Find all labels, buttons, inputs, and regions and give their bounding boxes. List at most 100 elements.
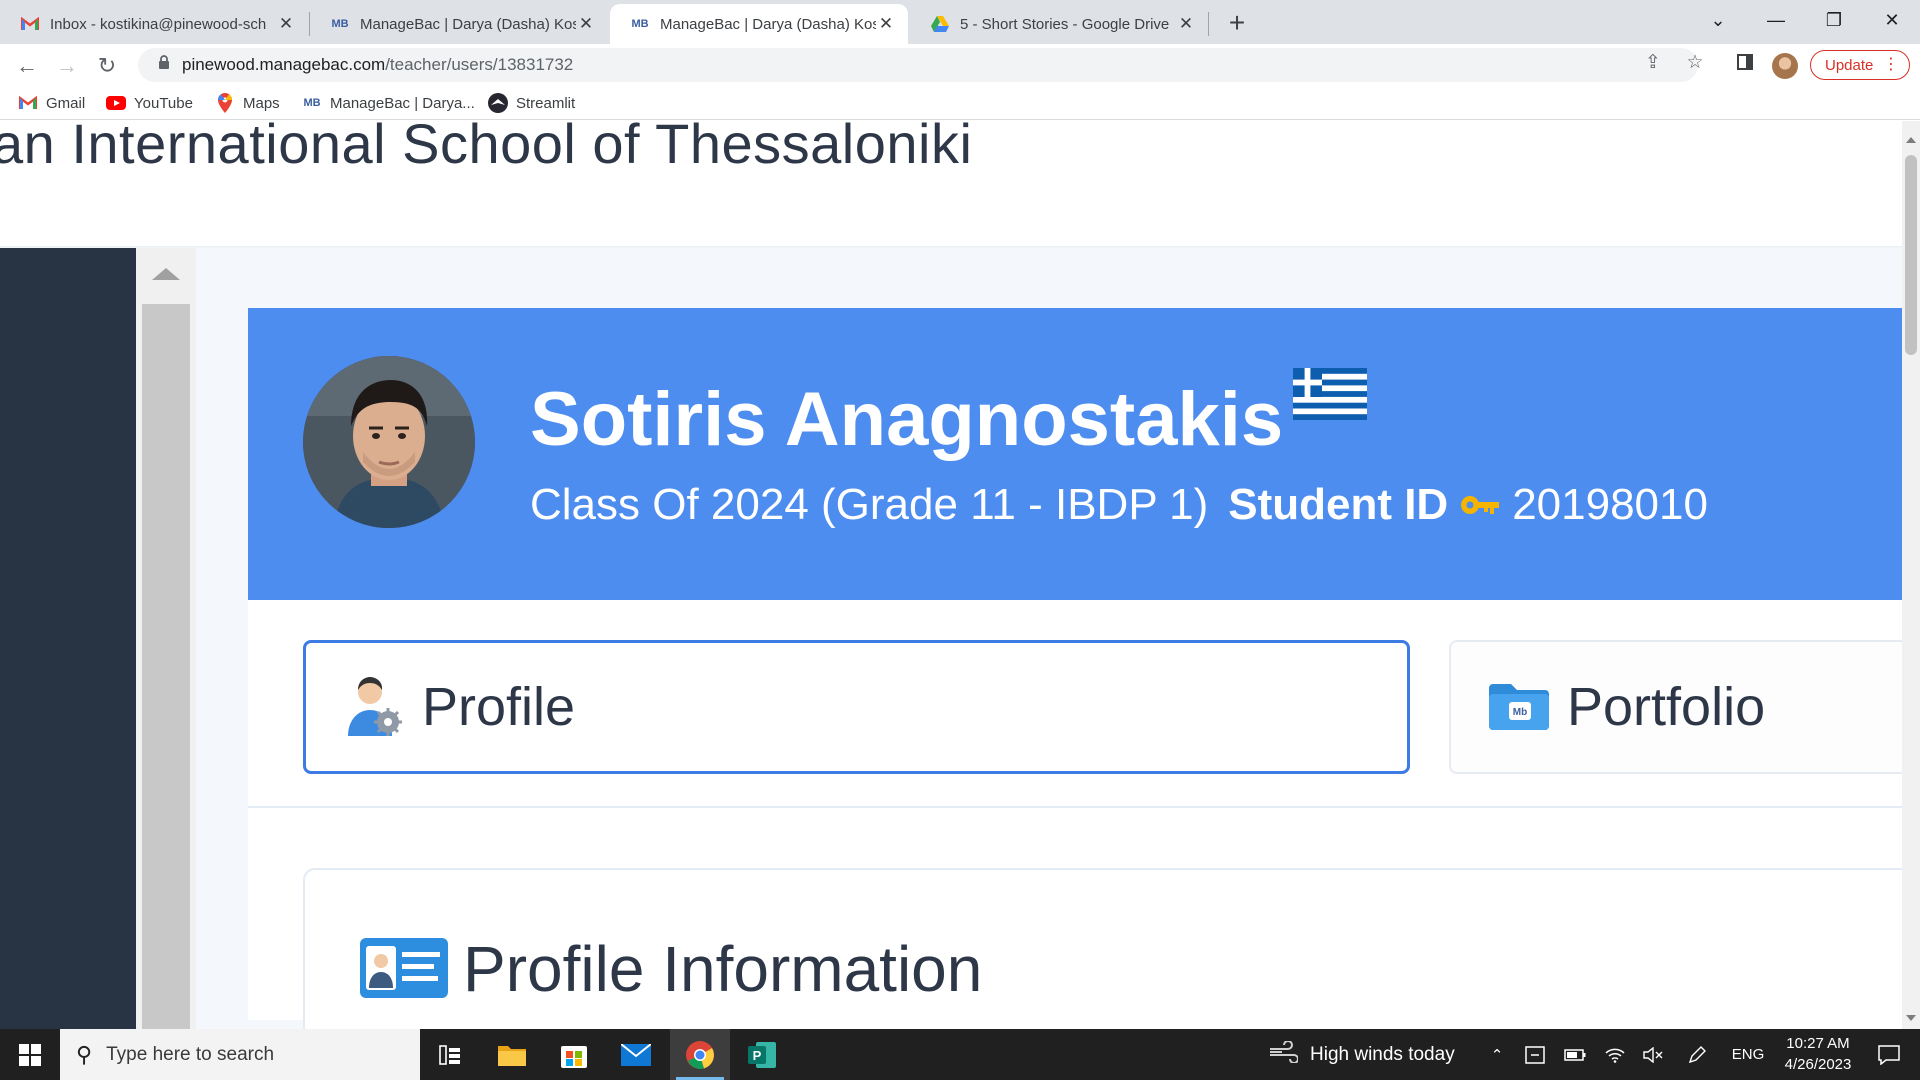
meet-now-icon[interactable]	[1518, 1029, 1552, 1080]
gmail-icon	[18, 93, 38, 113]
bookmark-label: Maps	[243, 94, 280, 112]
scroll-up-icon[interactable]	[1906, 137, 1916, 143]
wind-icon	[1268, 1039, 1299, 1069]
school-title: an International School of Thessaloniki	[0, 121, 973, 175]
pen-icon[interactable]	[1680, 1029, 1714, 1080]
language-indicator[interactable]: ENG	[1726, 1029, 1770, 1080]
bookmark-label: YouTube	[134, 94, 193, 112]
close-tab-icon[interactable]: ✕	[576, 14, 596, 34]
svg-text:Mb: Mb	[1513, 707, 1527, 718]
student-photo	[303, 356, 475, 528]
bookmark-maps[interactable]: Maps	[215, 92, 280, 114]
address-bar[interactable]: pinewood.managebac.com/teacher/users/138…	[138, 48, 1698, 82]
tab-search-chevron-icon[interactable]: ⌄	[1690, 0, 1746, 40]
section-title: Profile Information	[463, 933, 983, 1005]
student-name: Sotiris Anagnostakis	[530, 377, 1284, 462]
close-window-button[interactable]: ✕	[1864, 0, 1920, 40]
browser-tab-managebac-active[interactable]: MB ManageBac | Darya (Dasha) Kosti ✕	[610, 4, 908, 44]
page-viewport: an International School of Thessaloniki …	[0, 121, 1902, 1029]
close-tab-icon[interactable]: ✕	[876, 14, 896, 34]
taskbar-search-box[interactable]: ⚲ Type here to search	[60, 1029, 420, 1080]
forward-button[interactable]: →	[50, 49, 84, 83]
url-path: /teacher/users/13831732	[385, 55, 574, 74]
update-button[interactable]: Update ⋮	[1810, 50, 1910, 80]
close-tab-icon[interactable]: ✕	[1176, 14, 1196, 34]
tab-profile[interactable]: Profile	[303, 640, 1410, 774]
tab-title: ManageBac | Darya (Dasha) Kosti	[360, 15, 576, 33]
user-settings-icon	[344, 675, 404, 739]
app-sidebar	[0, 248, 136, 1029]
battery-icon[interactable]	[1558, 1029, 1592, 1080]
scrollbar-thumb[interactable]	[1905, 155, 1917, 355]
publisher-icon[interactable]: P	[732, 1029, 792, 1080]
class-line: Class Of 2024 (Grade 11 - IBDP 1)	[530, 480, 1209, 529]
browser-tab-google-drive[interactable]: 5 - Short Stories - Google Drive ✕	[910, 4, 1208, 44]
page-scrollbar[interactable]	[1902, 121, 1920, 1029]
bookmark-star-icon[interactable]: ☆	[1684, 51, 1706, 73]
windows-start-button[interactable]	[0, 1029, 60, 1080]
student-id-label: Student ID	[1228, 480, 1449, 529]
svg-text:P: P	[753, 1048, 762, 1063]
streamlit-icon	[488, 93, 508, 113]
managebac-icon: MB	[631, 18, 649, 30]
lock-icon[interactable]	[158, 55, 170, 75]
chrome-taskbar-icon[interactable]	[670, 1029, 730, 1080]
managebac-icon: MB	[303, 97, 321, 109]
sidebar-scrollbar[interactable]	[136, 248, 196, 1029]
show-hidden-icons-icon[interactable]: ⌃	[1482, 1029, 1512, 1080]
taskbar-clock[interactable]: 10:27 AM 4/26/2023	[1775, 1033, 1861, 1075]
search-icon: ⚲	[76, 1041, 93, 1067]
profile-panel: Profile Mb Portfolio Profile Information	[248, 600, 1902, 1029]
portfolio-folder-icon: Mb	[1489, 675, 1549, 739]
search-placeholder: Type here to search	[106, 1043, 275, 1065]
student-meta: Class Of 2024 (Grade 11 - IBDP 1) Studen…	[530, 480, 1708, 530]
mail-icon[interactable]	[606, 1029, 666, 1080]
browser-tab-gmail[interactable]: Inbox - kostikina@pinewood-sch ✕	[0, 4, 308, 44]
scroll-down-icon[interactable]	[1906, 1015, 1916, 1021]
share-icon[interactable]: ⇪	[1642, 51, 1664, 73]
bookmark-managebac[interactable]: MB ManageBac | Darya...	[302, 92, 475, 114]
clock-time: 10:27 AM	[1786, 1035, 1850, 1052]
scrollbar-thumb[interactable]	[142, 304, 190, 1029]
bookmark-streamlit[interactable]: Streamlit	[488, 92, 575, 114]
bookmark-gmail[interactable]: Gmail	[18, 92, 85, 114]
browser-toolbar: ← → ↻ pinewood.managebac.com/teacher/use…	[0, 44, 1920, 86]
tab-label: Profile	[422, 677, 576, 737]
maps-icon	[215, 93, 235, 113]
gmail-icon	[20, 14, 40, 34]
profile-information-card: Profile Information	[303, 868, 1902, 1029]
section-divider	[248, 806, 1902, 808]
close-tab-icon[interactable]: ✕	[276, 14, 296, 34]
volume-muted-icon[interactable]	[1636, 1029, 1670, 1080]
task-view-icon[interactable]	[420, 1029, 480, 1080]
bookmarks-bar: Gmail YouTube Maps MB ManageBac | Darya.…	[0, 86, 1920, 120]
tab-portfolio[interactable]: Mb Portfolio	[1449, 640, 1902, 774]
update-label: Update	[1825, 56, 1874, 74]
browser-tab-strip: Inbox - kostikina@pinewood-sch ✕ MB Mana…	[0, 0, 1920, 44]
weather-widget[interactable]: High winds today	[1268, 1029, 1455, 1080]
google-drive-icon	[930, 14, 950, 34]
tab-separator	[1208, 12, 1209, 36]
restore-button[interactable]: ❐	[1806, 0, 1862, 40]
profile-avatar[interactable]	[1772, 53, 1798, 79]
reload-button[interactable]: ↻	[90, 49, 124, 83]
key-icon	[1460, 494, 1500, 516]
microsoft-store-icon[interactable]	[544, 1029, 604, 1080]
id-card-icon	[360, 938, 448, 1000]
browser-tab-managebac-1[interactable]: MB ManageBac | Darya (Dasha) Kosti ✕	[310, 4, 608, 44]
url-host: pinewood.managebac.com	[182, 55, 386, 74]
scroll-up-arrow-icon[interactable]	[152, 268, 180, 280]
file-explorer-icon[interactable]	[482, 1029, 542, 1080]
youtube-icon	[106, 93, 126, 113]
new-tab-button[interactable]: +	[1220, 7, 1254, 41]
bookmark-youtube[interactable]: YouTube	[106, 92, 193, 114]
side-panel-icon[interactable]	[1734, 51, 1756, 73]
tab-title: ManageBac | Darya (Dasha) Kosti	[660, 15, 876, 33]
bookmark-label: ManageBac | Darya...	[330, 94, 475, 112]
wifi-icon[interactable]	[1598, 1029, 1632, 1080]
weather-text: High winds today	[1310, 1043, 1455, 1065]
minimize-button[interactable]: —	[1748, 0, 1804, 40]
notifications-icon[interactable]	[1864, 1029, 1914, 1080]
bookmark-label: Streamlit	[516, 94, 576, 112]
back-button[interactable]: ←	[10, 49, 44, 83]
